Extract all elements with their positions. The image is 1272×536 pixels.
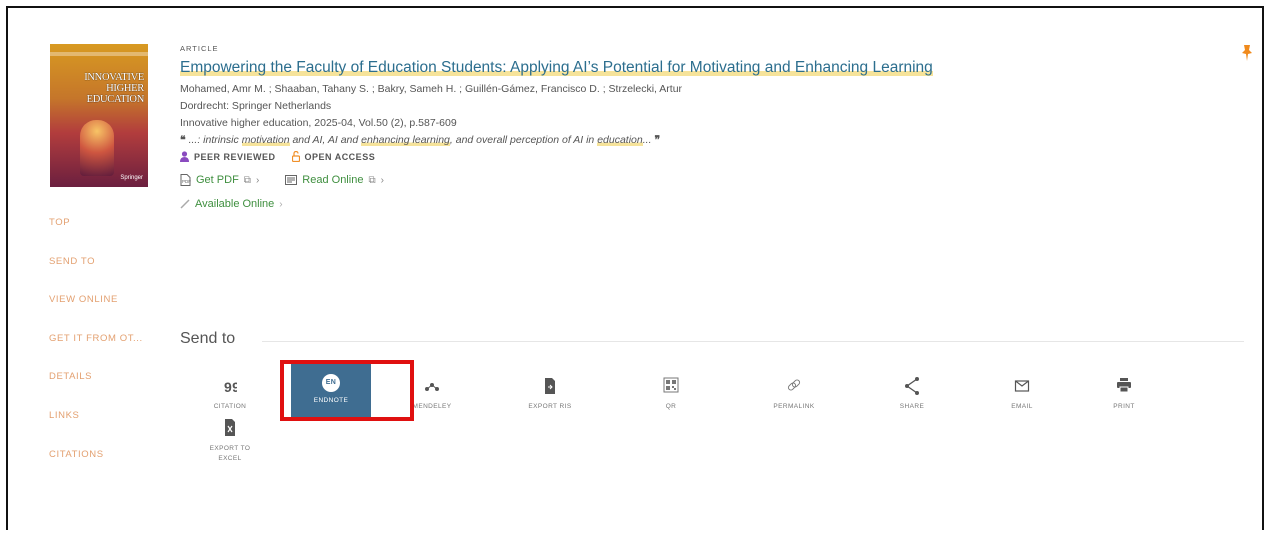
citation-button[interactable]: 99 CITATION	[190, 374, 270, 412]
share-button[interactable]: SHARE	[872, 374, 952, 412]
snippet-highlight: education	[597, 134, 643, 146]
nav-item-send-to[interactable]: SEND TO	[49, 255, 174, 294]
email-label: EMAIL	[1011, 403, 1033, 410]
publisher: Dordrecht: Springer Netherlands	[180, 100, 332, 112]
qr-code-icon	[631, 374, 711, 396]
nav-item-get-it-from-other[interactable]: GET IT FROM OT...	[49, 332, 174, 371]
peer-reviewed-icon	[180, 151, 189, 162]
cover-band	[50, 52, 148, 56]
nav-item-citations[interactable]: CITATIONS	[49, 448, 174, 487]
nav-item-links[interactable]: LINKS	[49, 409, 174, 448]
link-icon	[180, 199, 190, 209]
svg-text:99: 99	[224, 379, 237, 395]
get-pdf-link[interactable]: PDF Get PDF ⧉ ›	[180, 174, 259, 186]
available-online-label[interactable]: Available Online	[195, 198, 274, 210]
nav-item-view-online[interactable]: VIEW ONLINE	[49, 293, 174, 332]
cover-title: INNOVATIVE HIGHER EDUCATION	[84, 72, 144, 105]
snippet-highlight: enhancing learning	[361, 134, 450, 146]
snippet-part: ...	[642, 134, 652, 146]
article-record: ARTICLE Empowering the Faculty of Educat…	[180, 44, 1220, 210]
quote-icon: 99	[190, 374, 270, 396]
external-link-icon: ⧉	[243, 174, 251, 186]
print-button[interactable]: PRINT	[1084, 374, 1164, 412]
printer-icon	[1084, 374, 1164, 396]
export-ris-label: EXPORT RIS	[528, 403, 572, 410]
book-cover-thumbnail[interactable]: INNOVATIVE HIGHER EDUCATION Springer	[50, 44, 148, 187]
close-quote-icon: ❞	[654, 134, 661, 146]
snippet-highlight: motivation	[241, 134, 290, 146]
chevron-right-icon: ›	[255, 174, 260, 186]
permalink-label: PERMALINK	[773, 403, 815, 410]
share-icon	[872, 374, 952, 396]
article-title-text[interactable]: Empowering the Faculty of Education Stud…	[180, 59, 933, 76]
mendeley-label: MENDELEY	[412, 403, 452, 410]
available-online-link[interactable]: Available Online ›	[180, 198, 1220, 210]
export-to-excel-label: EXPORT TO EXCEL	[209, 445, 251, 462]
pdf-icon: PDF	[180, 174, 191, 186]
snippet: ❝ ...: intrinsic motivation and AI, AI a…	[180, 132, 1220, 149]
open-quote-icon: ❝	[180, 134, 186, 146]
qr-label: QR	[665, 403, 677, 410]
badges: PEER REVIEWED OPEN ACCESS	[180, 151, 1220, 162]
mendeley-button[interactable]: MENDELEY	[392, 374, 472, 412]
link-icon	[754, 374, 834, 396]
get-pdf-label[interactable]: Get PDF	[196, 174, 239, 186]
export-to-excel-button[interactable]: EXPORT TO EXCEL	[190, 416, 270, 464]
print-label: PRINT	[1113, 403, 1135, 410]
read-online-icon	[285, 175, 298, 185]
article-title-link[interactable]: Empowering the Faculty of Education Stud…	[180, 59, 1220, 77]
export-file-icon	[510, 374, 590, 396]
chevron-right-icon: ›	[380, 174, 384, 186]
read-online-label[interactable]: Read Online	[302, 174, 363, 186]
record-section-nav: TOP SEND TO VIEW ONLINE GET IT FROM OT..…	[49, 216, 174, 486]
nav-item-details[interactable]: DETAILS	[49, 370, 174, 409]
qr-button[interactable]: QR	[631, 374, 711, 412]
external-link-icon: ⧉	[368, 174, 376, 186]
envelope-icon	[982, 374, 1062, 396]
nav-item-top[interactable]: TOP	[49, 216, 174, 255]
pin-icon[interactable]	[1240, 44, 1254, 67]
svg-text:PDF: PDF	[182, 179, 191, 184]
export-ris-button[interactable]: EXPORT RIS	[510, 374, 590, 412]
send-to-actions: 99 CITATION EN ENDNOTE MENDELEY EXPORT R…	[190, 364, 1250, 484]
endnote-icon: EN	[322, 374, 340, 392]
open-access-label: OPEN ACCESS	[304, 151, 376, 162]
open-access-badge: OPEN ACCESS	[291, 151, 376, 162]
citation-label: CITATION	[213, 403, 247, 410]
resource-type: ARTICLE	[180, 44, 219, 53]
snippet-part: , and overall perception of AI in	[449, 134, 598, 146]
permalink-button[interactable]: PERMALINK	[754, 374, 834, 412]
endnote-label: ENDNOTE	[313, 397, 349, 404]
open-access-lock-icon	[291, 151, 300, 162]
chevron-right-icon: ›	[279, 198, 283, 210]
snippet-part: ...: intrinsic	[188, 134, 242, 146]
send-to-heading: Send to	[180, 330, 236, 347]
peer-reviewed-label: PEER REVIEWED	[194, 151, 276, 162]
endnote-button[interactable]: EN ENDNOTE	[291, 364, 371, 418]
mendeley-icon	[392, 374, 472, 396]
source-citation: Innovative higher education, 2025-04, Vo…	[180, 117, 457, 129]
excel-file-icon	[190, 416, 270, 438]
snippet-part: and AI, AI and	[289, 134, 362, 146]
read-online-link[interactable]: Read Online ⧉ ›	[285, 174, 384, 186]
send-to-divider	[262, 341, 1244, 342]
share-label: SHARE	[899, 403, 925, 410]
peer-reviewed-badge: PEER REVIEWED	[180, 151, 276, 162]
email-button[interactable]: EMAIL	[982, 374, 1062, 412]
cover-figure	[80, 120, 114, 176]
authors: Mohamed, Amr M. ; Shaaban, Tahany S. ; B…	[180, 83, 683, 95]
cover-publisher: Springer	[120, 175, 143, 181]
online-links: PDF Get PDF ⧉ › Read Online ⧉ ›	[180, 174, 1220, 186]
